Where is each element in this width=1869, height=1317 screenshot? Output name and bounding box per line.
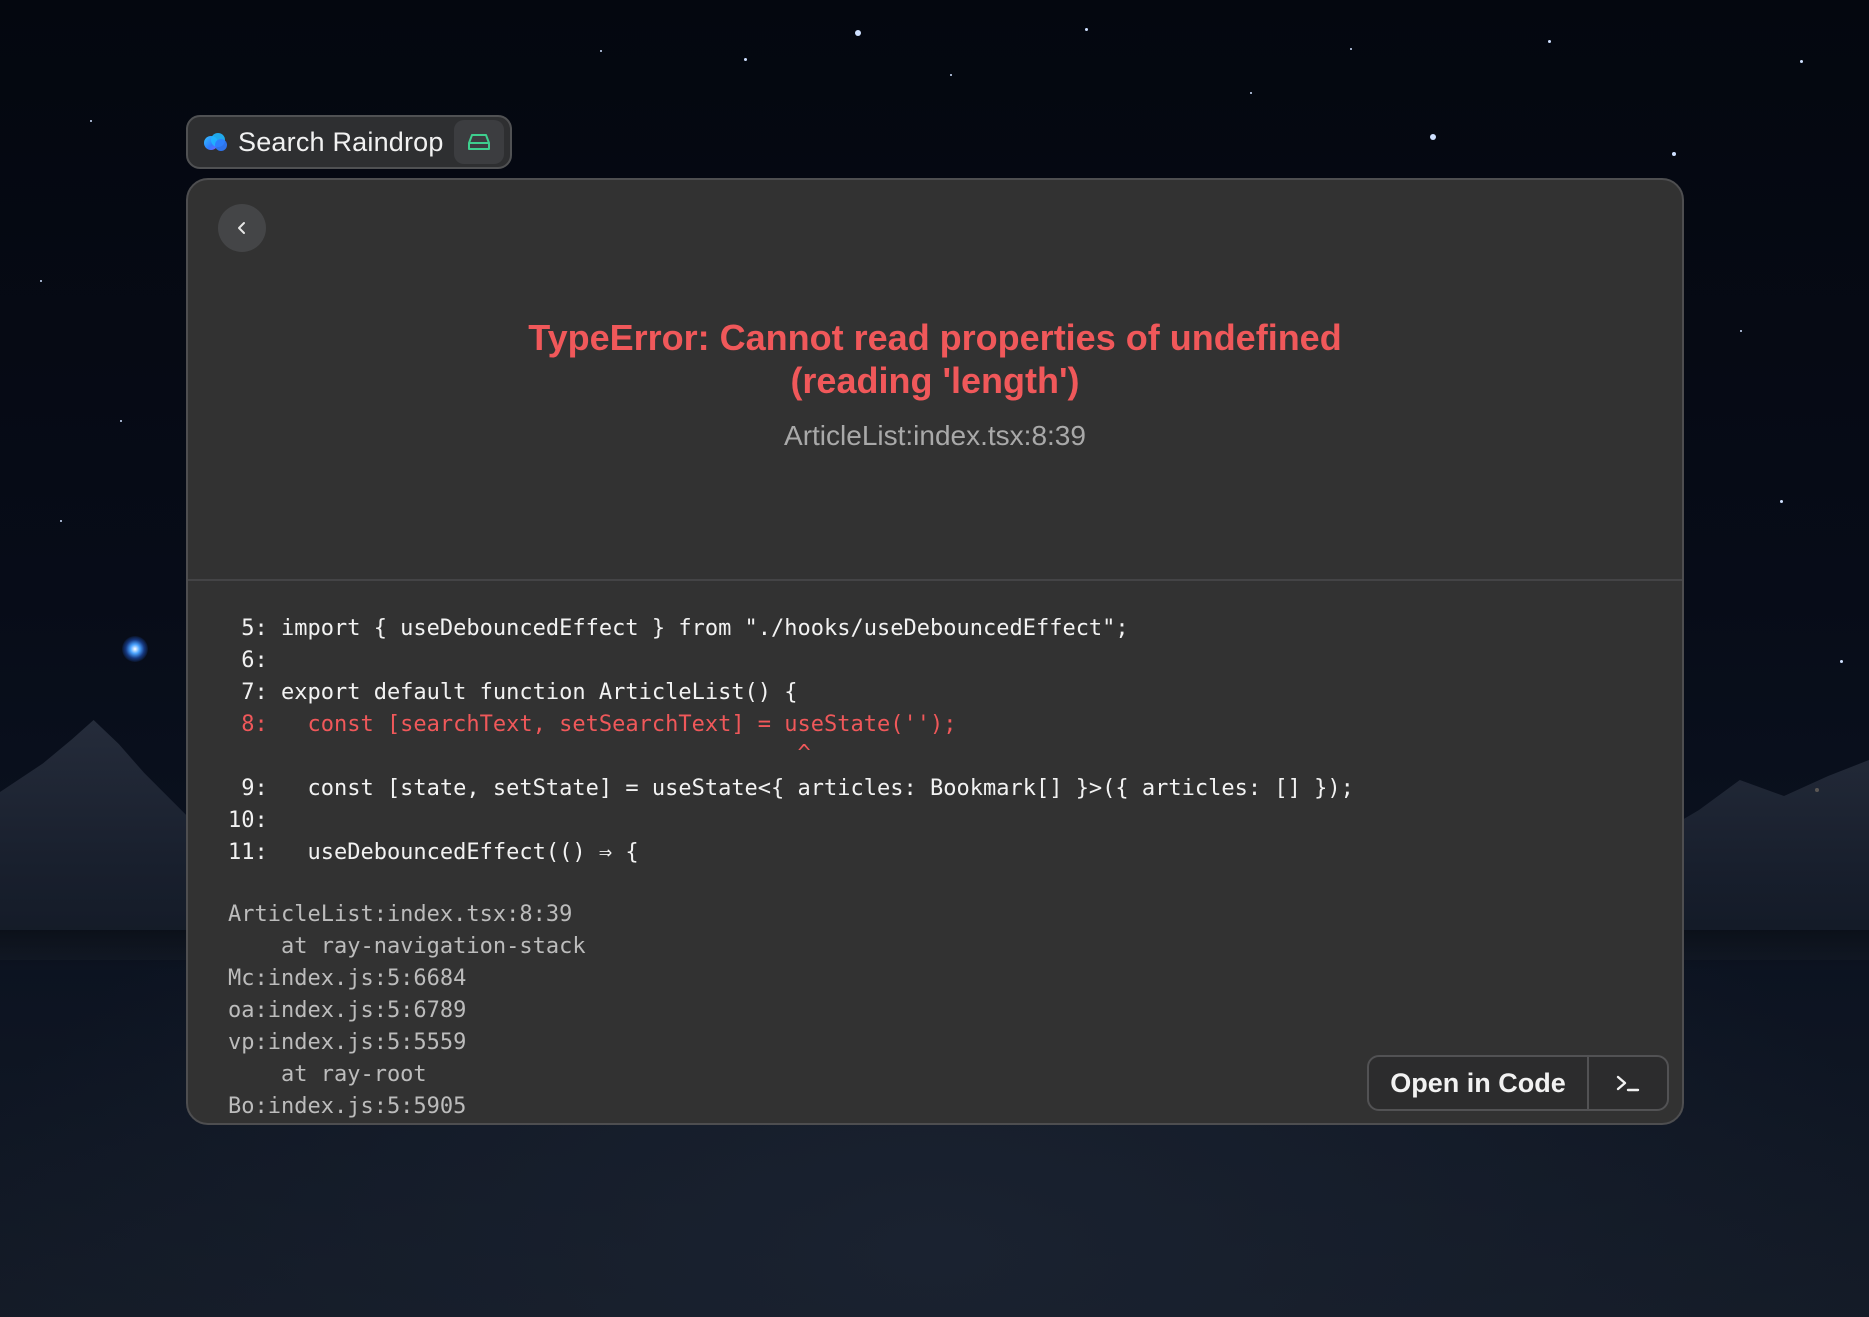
- error-title: TypeError: Cannot read properties of und…: [528, 317, 1342, 401]
- drive-icon[interactable]: [454, 120, 504, 164]
- terminal-icon: [1616, 1075, 1640, 1092]
- code-line: 5: import { useDebouncedEffect } from ".…: [228, 616, 1129, 641]
- chevron-left-icon: [238, 222, 245, 234]
- search-bar[interactable]: Search Raindrop: [186, 115, 512, 169]
- stack-line: ArticleList:index.tsx:8:39: [228, 902, 573, 927]
- code-line-error: 8: const [searchText, setSearchText] = u…: [228, 712, 957, 737]
- code-line: 11: useDebouncedEffect(() ⇒ {: [228, 840, 639, 865]
- divider: [188, 579, 1682, 581]
- code-snippet: 5: import { useDebouncedEffect } from ".…: [228, 613, 1682, 1123]
- code-line: 6:: [228, 648, 268, 673]
- code-line: 10:: [228, 808, 268, 833]
- stack-line: Mc:index.js:5:6684: [228, 966, 467, 991]
- error-window: TypeError: Cannot read properties of und…: [186, 178, 1684, 1125]
- terminal-button[interactable]: [1589, 1057, 1667, 1109]
- open-in-code-button[interactable]: Open in Code: [1369, 1057, 1589, 1109]
- code-line: 7: export default function ArticleList()…: [228, 680, 798, 705]
- stack-line: at ray-navigation-stack: [228, 934, 586, 959]
- stack-line: oa:index.js:5:6789: [228, 998, 467, 1023]
- cloud-icon: [202, 131, 228, 153]
- back-button[interactable]: [218, 204, 266, 252]
- error-caret: ^: [228, 741, 811, 766]
- error-location: ArticleList:index.tsx:8:39: [784, 420, 1086, 451]
- extension-title: Search Raindrop: [238, 126, 444, 157]
- code-line: 9: const [state, setState] = useState<{ …: [228, 776, 1354, 801]
- action-group: Open in Code: [1367, 1055, 1669, 1111]
